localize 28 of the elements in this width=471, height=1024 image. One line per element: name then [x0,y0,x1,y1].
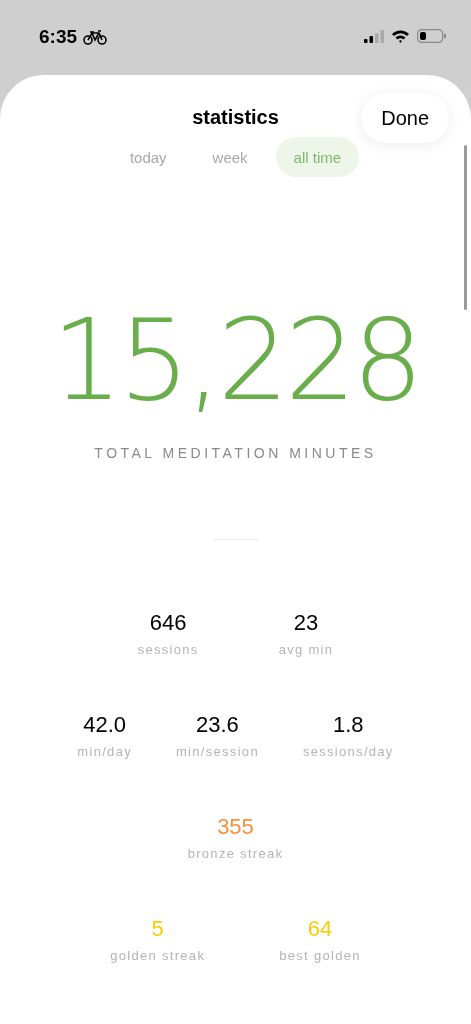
total-label: TOTAL MEDITATION MINUTES [94,445,377,461]
stat-value: 646 [149,610,187,636]
total-minutes: 15,228 [51,295,420,425]
signal-icon [364,29,384,43]
stat-value: 42.0 [83,712,127,738]
stat-label: sessions/day [302,744,394,759]
stat-value: 23 [293,610,319,636]
stat-label: bronze streak [187,846,284,861]
status-time: 6:35 [39,26,78,48]
stat-value: 5 [151,916,164,942]
stat-label: min/day [77,744,132,759]
battery-icon [417,29,447,43]
stat-label: sessions [137,642,199,657]
period-tab[interactable]: week [194,137,266,177]
sheet-title: statistics [192,104,279,129]
wifi-icon [391,29,410,43]
stat-value: 64 [307,916,333,942]
period-tab[interactable]: today [111,137,185,177]
bicycle-icon [83,29,108,45]
stat-value: 23.6 [196,712,239,738]
period-tab[interactable]: all time [275,137,360,177]
stat-value: 355 [217,814,254,840]
stat-label: golden streak [110,948,206,963]
stat-label: min/session [175,744,259,759]
stat-label: avg min [278,642,334,657]
stat-value: 1.8 [333,712,364,738]
done-button[interactable]: Done [361,93,449,143]
stat-label: best golden [279,948,361,963]
